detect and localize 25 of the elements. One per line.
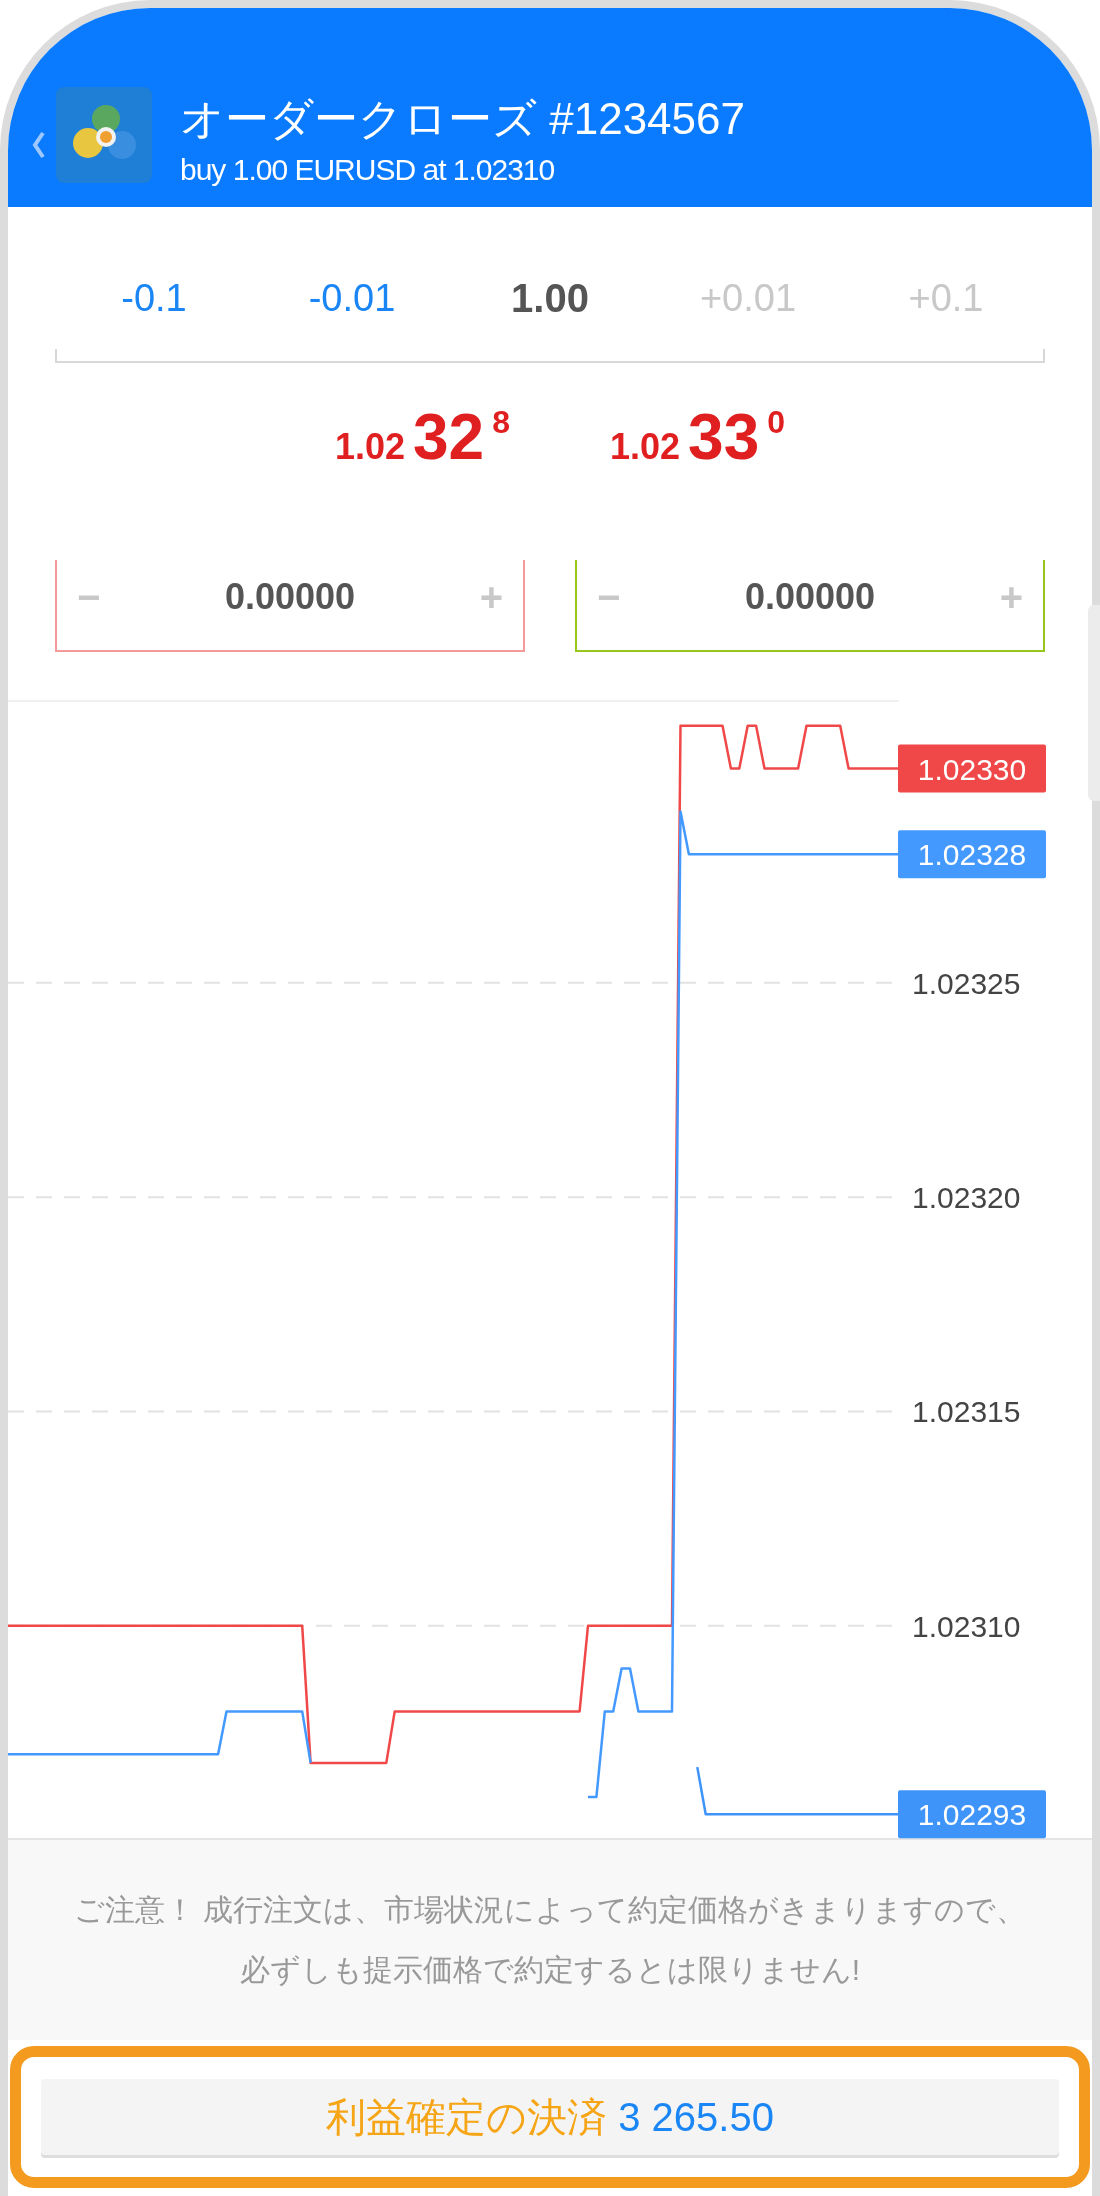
take-profit-field[interactable]: − 0.00000 + [575,560,1045,652]
stop-loss-field[interactable]: − 0.00000 + [55,560,525,652]
increment-button[interactable]: + [479,574,503,620]
logo-icon [56,87,152,183]
order-summary: buy 1.00 EURUSD at 1.02310 [180,153,556,187]
axis-label: 1.02325 [912,966,1021,1000]
back-icon[interactable] [32,131,46,159]
price-tag: 1.02330 [898,744,1046,793]
axis-label: 1.02315 [912,1395,1021,1429]
decrement-button[interactable]: − [77,574,101,620]
price-quote: 1.02 32$^{8}$ [334,400,510,474]
price-tag: 1.02328 [898,830,1046,879]
increment-button[interactable]: + [999,574,1023,620]
volume-value: 1.00 [510,275,590,321]
axis-label: 1.02310 [912,1609,1021,1643]
price-quote: 1.02 33$^{0}$ [610,400,786,474]
axis-label: 1.02320 [912,1181,1021,1215]
close-order-button[interactable]: 利益確定の決済 3 265.50 [41,2079,1059,2155]
price-tag: 1.02293 [898,1790,1046,1839]
warning-text: ご注意！ 成行注文は、市場状況によって約定価格がきまりますので、必ずしも提示価格で約定するとは限りません! [72,1892,1028,1988]
window-title: オーダークローズ #1234567 [180,93,745,145]
decrement-button[interactable]: − [597,574,621,620]
scrollbar[interactable] [1088,605,1100,801]
volume-step-button[interactable]: -0.01 [253,276,451,320]
volume-step-button[interactable]: -0.1 [55,276,253,320]
